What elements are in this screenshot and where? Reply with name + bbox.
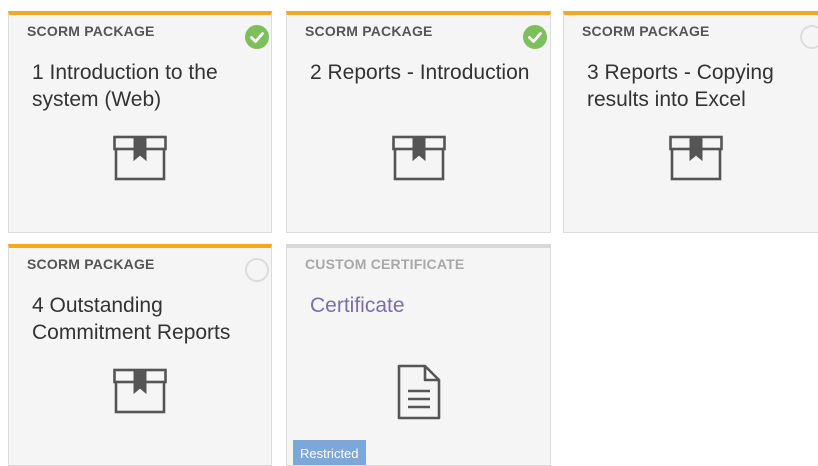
completed-check-icon (523, 25, 547, 49)
activity-type-label: SCORM PACKAGE (27, 256, 155, 272)
activity-type-label: CUSTOM CERTIFICATE (305, 256, 465, 272)
package-icon (669, 135, 723, 186)
activity-card-1[interactable]: SCORM PACKAGE 1 Introduction to the syst… (8, 11, 272, 233)
activity-title[interactable]: 4 Outstanding Commitment Reports (32, 292, 251, 346)
restricted-badge: Restricted (293, 440, 366, 465)
activity-title[interactable]: 2 Reports - Introduction (310, 59, 542, 86)
activity-title[interactable]: 1 Introduction to the system (Web) (32, 59, 241, 113)
activity-title[interactable]: Certificate (310, 292, 542, 319)
activity-type-label: SCORM PACKAGE (305, 23, 433, 39)
activity-title[interactable]: 3 Reports - Copying results into Excel (587, 59, 797, 113)
activity-card-3[interactable]: SCORM PACKAGE 3 Reports - Copying result… (563, 11, 818, 233)
activity-type-label: SCORM PACKAGE (27, 23, 155, 39)
activity-card-certificate[interactable]: CUSTOM CERTIFICATE Certificate Restricte… (286, 244, 551, 466)
incomplete-circle-icon (800, 25, 818, 49)
activity-card-2[interactable]: SCORM PACKAGE 2 Reports - Introduction (286, 11, 551, 233)
package-icon (391, 135, 446, 186)
document-icon (395, 363, 443, 426)
package-icon (113, 368, 167, 419)
package-icon (113, 135, 167, 186)
activity-type-label: SCORM PACKAGE (582, 23, 710, 39)
incomplete-circle-icon (245, 258, 269, 282)
completed-check-icon (245, 25, 269, 49)
activity-card-4[interactable]: SCORM PACKAGE 4 Outstanding Commitment R… (8, 244, 272, 466)
